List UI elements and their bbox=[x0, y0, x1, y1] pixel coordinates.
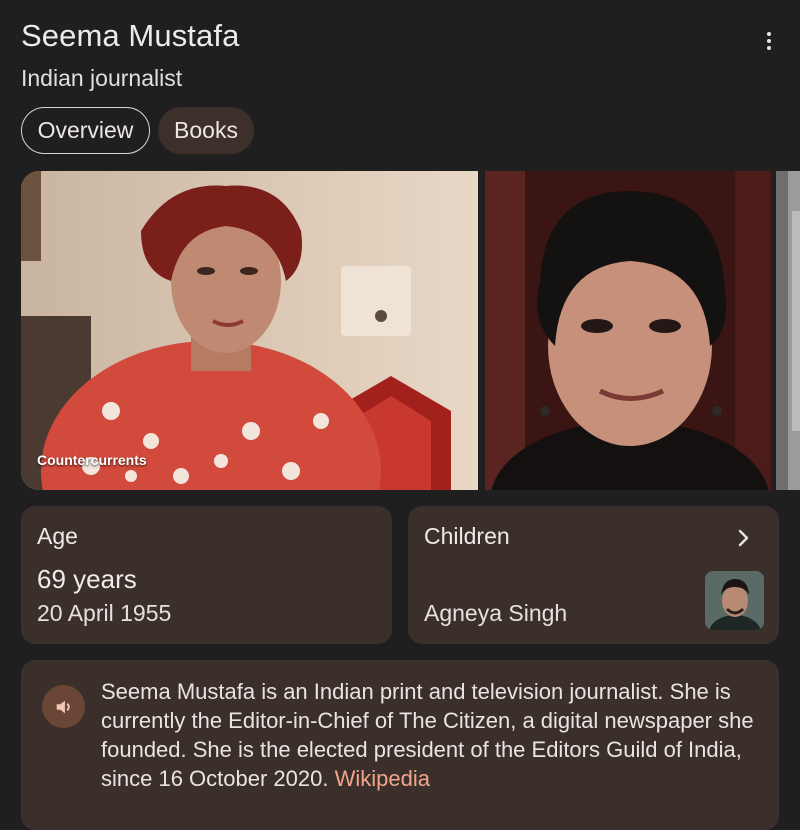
avatar bbox=[705, 571, 764, 630]
age-label: Age bbox=[37, 523, 78, 549]
image-carousel-item-2[interactable] bbox=[485, 171, 771, 490]
age-card: Age 69 years 20 April 1955 bbox=[21, 506, 392, 644]
chevron-right-icon[interactable] bbox=[731, 526, 755, 550]
children-card[interactable]: Children Agneya Singh bbox=[408, 506, 779, 644]
volume-icon[interactable] bbox=[42, 685, 85, 728]
description-text: Seema Mustafa is an Indian print and tel… bbox=[101, 677, 761, 793]
image-source-label: Countercurrents bbox=[37, 452, 147, 468]
birth-date: 20 April 1955 bbox=[37, 600, 172, 626]
tab-books[interactable]: Books bbox=[158, 107, 254, 154]
wikipedia-link[interactable]: Wikipedia bbox=[335, 766, 430, 791]
more-vert-icon[interactable] bbox=[758, 28, 780, 54]
image-carousel-item-1[interactable]: Countercurrents bbox=[21, 171, 478, 490]
image-carousel-item-3[interactable] bbox=[776, 171, 800, 490]
page-subtitle: Indian journalist bbox=[21, 65, 183, 91]
tab-overview[interactable]: Overview bbox=[21, 107, 150, 154]
children-label: Children bbox=[424, 523, 510, 549]
portrait-photo bbox=[485, 171, 771, 490]
child-avatar[interactable] bbox=[705, 571, 764, 630]
age-value: 69 years bbox=[37, 564, 137, 594]
child-name[interactable]: Agneya Singh bbox=[424, 600, 567, 627]
description-card: Seema Mustafa is an Indian print and tel… bbox=[21, 660, 779, 830]
portrait-photo bbox=[21, 171, 478, 490]
page-title: Seema Mustafa bbox=[21, 18, 240, 53]
portrait-photo bbox=[776, 171, 800, 490]
